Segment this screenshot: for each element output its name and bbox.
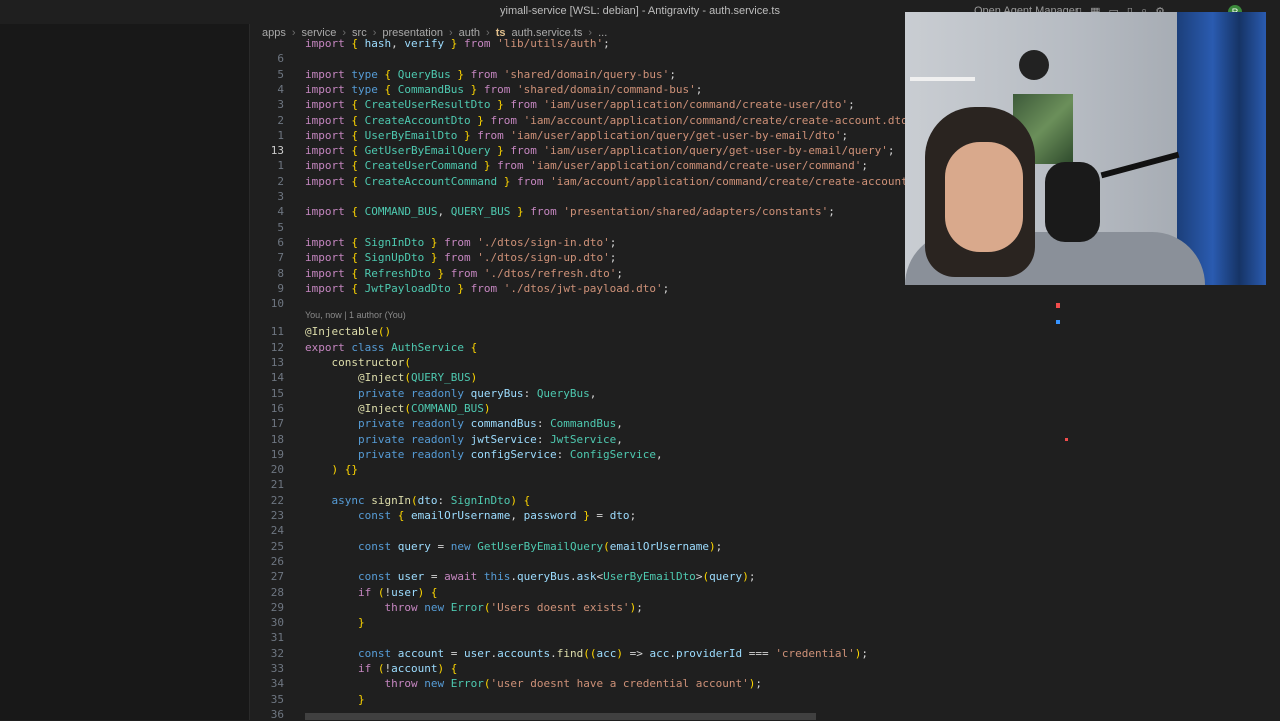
code-line[interactable]: private readonly commandBus: CommandBus,: [305, 417, 623, 430]
code-line[interactable]: private readonly configService: ConfigSe…: [305, 448, 663, 461]
code-line[interactable]: constructor(: [305, 356, 411, 369]
line-number: 34: [270, 677, 284, 691]
line-number: 1: [277, 128, 284, 142]
code-line[interactable]: ) {}: [305, 463, 359, 476]
code-line[interactable]: }: [305, 693, 365, 706]
code-line[interactable]: const account = user.accounts.find((acc)…: [305, 647, 868, 660]
line-number: 26: [270, 554, 284, 568]
side-panel: [0, 24, 250, 720]
code-line[interactable]: throw new Error('user doesnt have a cred…: [305, 677, 762, 690]
code-line[interactable]: }: [305, 616, 365, 629]
code-line[interactable]: import type { QueryBus } from 'shared/do…: [305, 68, 676, 81]
line-number: 27: [270, 570, 284, 584]
webcam-person-face: [945, 142, 1023, 252]
code-line[interactable]: import type { CommandBus } from 'shared/…: [305, 83, 702, 96]
code-line[interactable]: if (!user) {: [305, 586, 438, 599]
code-line[interactable]: import { hash, verify } from 'lib/utils/…: [305, 37, 610, 50]
line-number: 30: [270, 616, 284, 630]
line-number: 10: [270, 297, 284, 311]
code-line[interactable]: private readonly jwtService: JwtService,: [305, 433, 623, 446]
code-line[interactable]: if (!account) {: [305, 662, 457, 675]
line-number: 36: [270, 707, 284, 721]
line-number: 33: [270, 662, 284, 675]
line-number: 1: [277, 159, 284, 173]
line-number: 14: [270, 371, 284, 385]
code-line[interactable]: @Injectable(): [305, 325, 391, 338]
line-number: 5: [277, 67, 284, 81]
code-line[interactable]: import { SignUpDto } from './dtos/sign-u…: [305, 251, 616, 264]
code-line[interactable]: import { GetUserByEmailQuery } from 'iam…: [305, 144, 894, 157]
horizontal-scrollbar[interactable]: [305, 713, 816, 720]
code-line[interactable]: import { SignInDto } from './dtos/sign-i…: [305, 236, 616, 249]
line-number: 4: [277, 82, 284, 96]
line-number: 13: [270, 144, 284, 158]
line-number: 29: [270, 600, 284, 614]
line-number: 17: [270, 417, 284, 431]
line-number: 7: [277, 251, 284, 265]
webcam-curtain: [1177, 12, 1266, 285]
code-line[interactable]: import { RefreshDto } from './dtos/refre…: [305, 267, 623, 280]
code-line[interactable]: import { CreateUserCommand } from 'iam/u…: [305, 159, 868, 172]
code-line[interactable]: private readonly queryBus: QueryBus,: [305, 387, 596, 400]
line-number: 4: [277, 205, 284, 219]
line-number: 28: [270, 585, 284, 599]
line-number: 2: [277, 174, 284, 188]
line-number: 13: [270, 356, 284, 369]
code-line[interactable]: import { JwtPayloadDto } from './dtos/jw…: [305, 282, 669, 295]
code-line[interactable]: import { CreateUserResultDto } from 'iam…: [305, 98, 855, 111]
line-number: 32: [270, 646, 284, 660]
code-line[interactable]: async signIn(dto: SignInDto) {: [305, 494, 531, 507]
line-number: 3: [277, 98, 284, 112]
line-number: 12: [270, 340, 284, 354]
line-number: 8: [277, 266, 284, 280]
line-number: 35: [270, 692, 284, 706]
overview-ruler-error: [1056, 303, 1060, 308]
line-number: 24: [270, 524, 284, 538]
webcam-speaker: [1019, 50, 1049, 80]
code-line[interactable]: const query = new GetUserByEmailQuery(em…: [305, 540, 722, 553]
line-number: 23: [270, 509, 284, 522]
codelens-blame[interactable]: You, now | 1 author (You): [305, 310, 406, 320]
line-number: 21: [270, 478, 284, 492]
webcam-microphone: [1045, 162, 1100, 242]
webcam-overlay: [905, 12, 1266, 285]
code-line[interactable]: import { CreateAccountCommand } from 'ia…: [305, 175, 974, 188]
overview-ruler-info: [1056, 320, 1060, 324]
overview-ruler-error: [1065, 438, 1068, 441]
line-number: 3: [277, 190, 284, 203]
code-line[interactable]: const { emailOrUsername, password } = dt…: [305, 509, 636, 522]
code-line[interactable]: const user = await this.queryBus.ask<Use…: [305, 570, 755, 583]
line-number: 31: [270, 631, 284, 645]
line-number: 25: [270, 539, 284, 553]
line-number: 5: [277, 220, 284, 234]
line-number: 20: [270, 463, 284, 477]
line-number: 6: [277, 52, 284, 66]
line-number: 19: [270, 447, 284, 461]
code-line[interactable]: import { CreateAccountDto } from 'iam/ac…: [305, 114, 921, 127]
line-number: 22: [270, 493, 284, 507]
line-number: 16: [270, 401, 284, 415]
code-line[interactable]: export class AuthService {: [305, 341, 477, 354]
code-line[interactable]: @Inject(QUERY_BUS): [305, 371, 477, 384]
line-number: 18: [270, 432, 284, 446]
line-number: 2: [277, 113, 284, 127]
code-line[interactable]: @Inject(COMMAND_BUS): [305, 402, 490, 415]
line-number: 6: [277, 235, 284, 249]
code-line[interactable]: import { UserByEmailDto } from 'iam/user…: [305, 129, 848, 142]
line-number: 11: [270, 325, 284, 339]
webcam-shelf: [910, 77, 975, 81]
code-line[interactable]: import { COMMAND_BUS, QUERY_BUS } from '…: [305, 205, 835, 218]
code-line[interactable]: throw new Error('Users doesnt exists');: [305, 601, 642, 614]
line-number: 9: [277, 281, 284, 295]
line-number: 15: [270, 386, 284, 400]
